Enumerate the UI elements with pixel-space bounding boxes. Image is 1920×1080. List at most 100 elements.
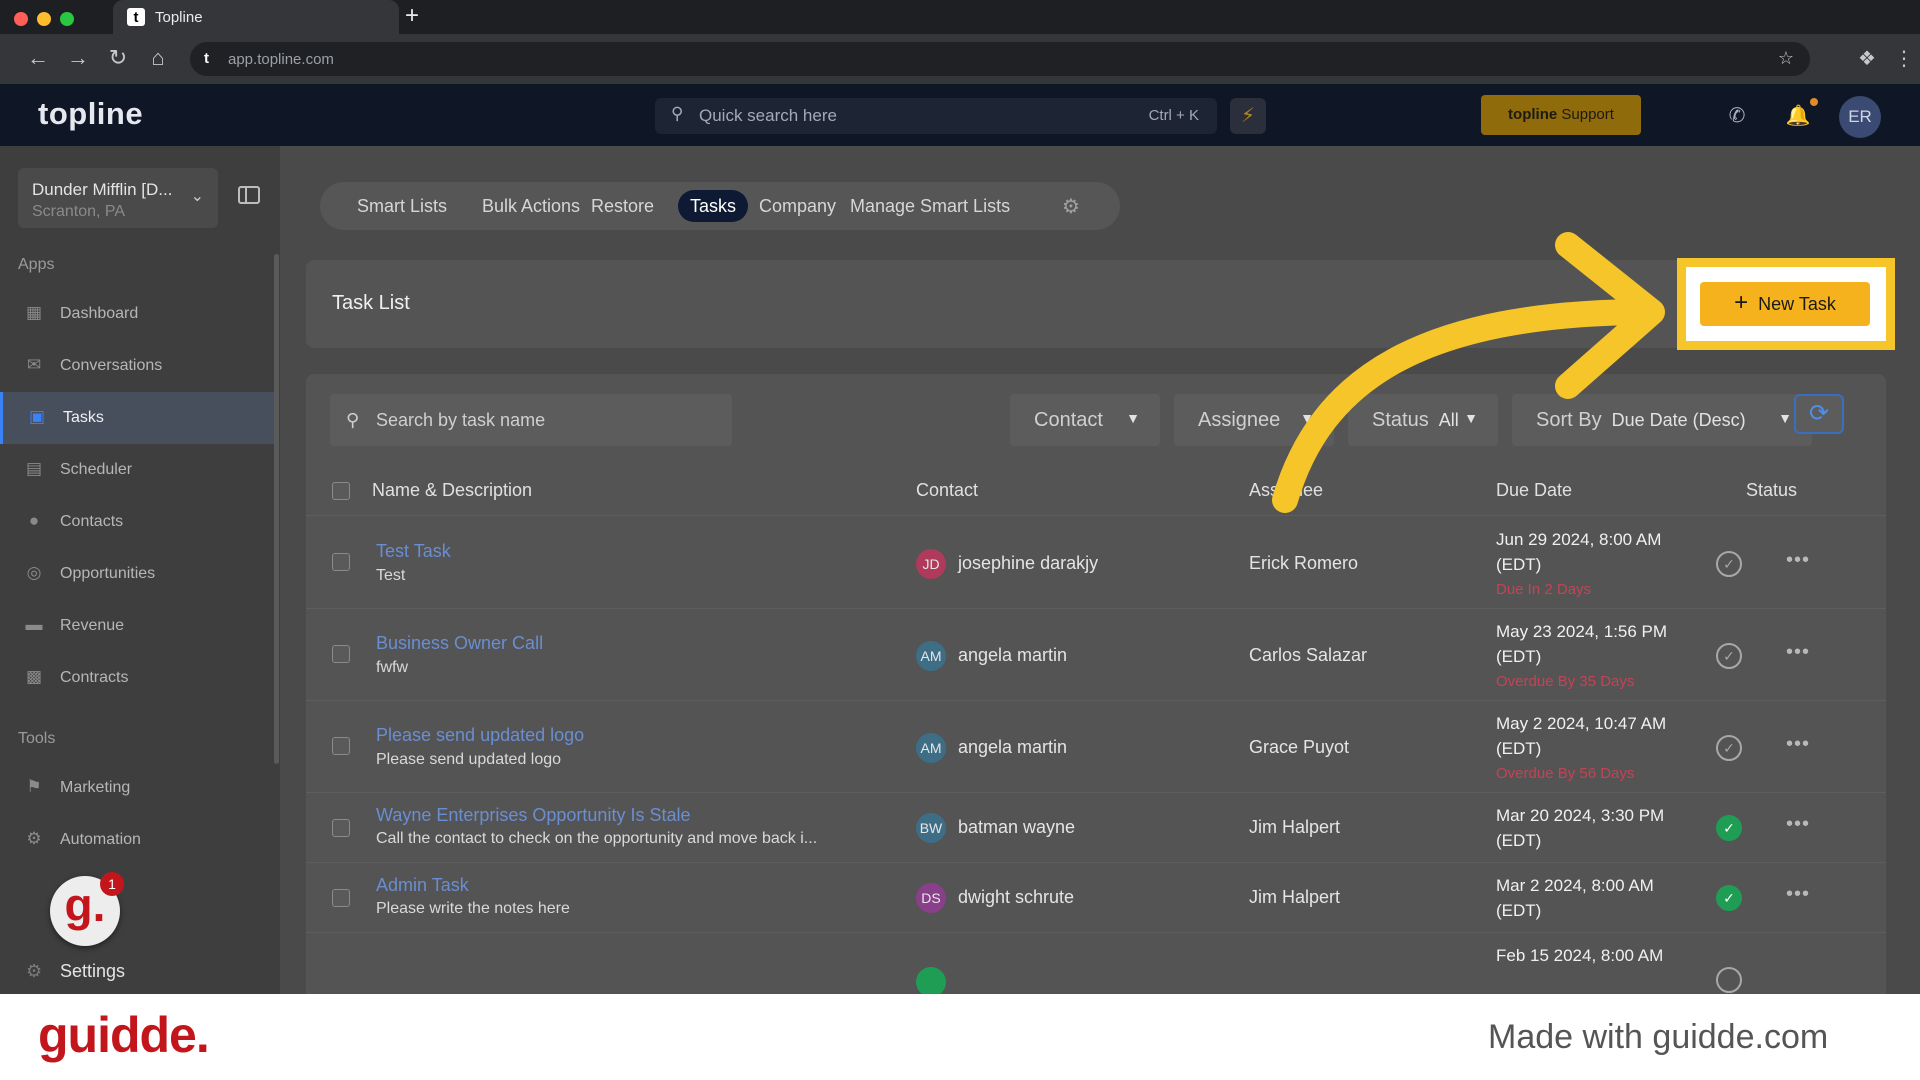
table-row[interactable]: Please send updated logo Please send upd…: [306, 701, 1886, 793]
sidebar-item-tasks[interactable]: ▣ Tasks: [0, 392, 275, 444]
sort-by-dropdown[interactable]: Sort By Due Date (Desc) ▼: [1512, 394, 1812, 446]
chat-icon: ✉: [26, 355, 42, 374]
tab-tasks[interactable]: Tasks: [678, 190, 749, 222]
task-name-link[interactable]: Test Task: [376, 541, 451, 562]
maximize-window-button[interactable]: [60, 12, 74, 26]
row-checkbox[interactable]: [332, 645, 350, 663]
contact-filter-label: Contact: [1034, 408, 1103, 431]
collapse-sidebar-icon[interactable]: [238, 186, 260, 204]
support-button[interactable]: topline Support: [1481, 95, 1641, 135]
assignee-name: Erick Romero: [1249, 553, 1359, 573]
new-tab-button[interactable]: +: [405, 2, 419, 30]
refresh-icon[interactable]: ⟳: [1794, 394, 1844, 434]
assignee-filter-label: Assignee: [1198, 408, 1281, 431]
app-header: topline ⚲ Quick search here Ctrl + K ⚡ t…: [0, 84, 1920, 146]
row-checkbox[interactable]: [332, 553, 350, 571]
due-note: Overdue By 56 Days: [1496, 765, 1635, 782]
check-circle-icon[interactable]: ✓: [1716, 643, 1742, 669]
sidebar-item-dashboard[interactable]: ▦ Dashboard: [0, 288, 275, 340]
back-arrow-icon[interactable]: ←: [24, 45, 52, 71]
extensions-icon[interactable]: ❖: [1858, 46, 1876, 71]
assignee-filter-dropdown[interactable]: Assignee ▼: [1174, 394, 1334, 446]
tab-manage-smart-lists[interactable]: Manage Smart Lists: [838, 190, 1022, 222]
contact-filter-dropdown[interactable]: Contact ▼: [1010, 394, 1160, 446]
check-circle-icon[interactable]: ✓: [1716, 735, 1742, 761]
check-circle-icon[interactable]: ✓: [1716, 551, 1742, 577]
due-note: Overdue By 35 Days: [1496, 673, 1635, 690]
contact-name[interactable]: josephine darakjy: [958, 553, 1098, 574]
sidebar-item-revenue[interactable]: ▬ Revenue: [0, 600, 275, 652]
task-name-link[interactable]: Business Owner Call: [376, 633, 543, 654]
due-timezone: (EDT): [1496, 739, 1542, 758]
topline-logo[interactable]: topline: [38, 96, 143, 132]
sidebar-item-label: Marketing: [60, 779, 131, 796]
quick-search-input[interactable]: ⚲ Quick search here Ctrl + K: [655, 98, 1217, 134]
table-row[interactable]: Feb 15 2024, 8:00 AM: [306, 933, 1886, 994]
sidebar-item-contacts[interactable]: ● Contacts: [0, 496, 275, 548]
check-circle-filled-icon[interactable]: ✓: [1716, 885, 1742, 911]
task-name-link[interactable]: Please send updated logo: [376, 725, 584, 746]
sidebar-item-scheduler[interactable]: ▤ Scheduler: [0, 444, 275, 496]
more-options-icon[interactable]: •••: [1786, 641, 1810, 664]
column-header-name[interactable]: Name & Description: [372, 480, 532, 501]
sidebar-item-label: Scheduler: [60, 461, 133, 478]
location-switcher[interactable]: Dunder Mifflin [D... Scranton, PA ⌄: [18, 168, 218, 228]
forward-arrow-icon[interactable]: →: [64, 45, 92, 71]
reload-icon[interactable]: ↻: [104, 45, 132, 71]
sidebar-item-contracts[interactable]: ▩ Contracts: [0, 652, 275, 704]
sidebar-item-settings[interactable]: Settings: [60, 961, 125, 982]
minimize-window-button[interactable]: [37, 12, 51, 26]
check-circle-icon[interactable]: [1716, 967, 1742, 993]
task-description: fwfw: [376, 659, 408, 676]
task-name-link[interactable]: Wayne Enterprises Opportunity Is Stale: [376, 805, 690, 826]
browser-tab[interactable]: t Topline: [113, 0, 399, 34]
more-options-icon[interactable]: •••: [1786, 813, 1810, 836]
sidebar-item-marketing[interactable]: ⚑ Marketing: [0, 762, 275, 814]
column-header-assignee[interactable]: Assignee: [1249, 480, 1323, 501]
column-header-status[interactable]: Status: [1746, 480, 1797, 501]
tab-smart-lists[interactable]: Smart Lists: [345, 190, 459, 222]
browser-menu-icon[interactable]: ⋮: [1894, 46, 1914, 71]
topline-favicon-icon: t: [127, 8, 145, 26]
check-circle-filled-icon[interactable]: ✓: [1716, 815, 1742, 841]
row-checkbox[interactable]: [332, 889, 350, 907]
tab-restore[interactable]: Restore: [579, 190, 666, 222]
lightning-bolt-icon[interactable]: ⚡: [1230, 98, 1266, 134]
status-filter-value: All: [1438, 409, 1459, 430]
sidebar-item-automation[interactable]: ⚙ Automation: [0, 814, 275, 866]
home-icon[interactable]: ⌂: [144, 45, 172, 71]
column-header-due-date[interactable]: Due Date: [1496, 480, 1572, 501]
close-window-button[interactable]: [14, 12, 28, 26]
more-options-icon[interactable]: •••: [1786, 883, 1810, 906]
row-checkbox[interactable]: [332, 819, 350, 837]
tab-bulk-actions[interactable]: Bulk Actions: [470, 190, 592, 222]
table-row[interactable]: Business Owner Call fwfw AM angela marti…: [306, 609, 1886, 701]
status-filter-dropdown[interactable]: Status All ▼: [1348, 394, 1498, 446]
table-row[interactable]: Test Task Test JD josephine darakjy Eric…: [306, 517, 1886, 609]
phone-icon[interactable]: ✆: [1719, 98, 1755, 134]
table-row[interactable]: Wayne Enterprises Opportunity Is Stale C…: [306, 793, 1886, 863]
contact-name[interactable]: angela martin: [958, 737, 1067, 758]
tab-company[interactable]: Company: [747, 190, 848, 222]
more-options-icon[interactable]: •••: [1786, 549, 1810, 572]
contact-name[interactable]: dwight schrute: [958, 887, 1074, 908]
more-options-icon[interactable]: •••: [1786, 733, 1810, 756]
row-checkbox[interactable]: [332, 737, 350, 755]
contact-name[interactable]: angela martin: [958, 645, 1067, 666]
bookmark-star-icon[interactable]: ☆: [1778, 48, 1794, 69]
new-task-button[interactable]: + New Task: [1700, 282, 1870, 326]
task-name-link[interactable]: Admin Task: [376, 875, 469, 896]
chevron-down-icon: ▼: [1464, 410, 1478, 426]
address-bar[interactable]: t app.topline.com ☆: [190, 42, 1810, 76]
gear-icon[interactable]: ⚙: [1062, 194, 1080, 219]
select-all-checkbox[interactable]: [332, 482, 350, 500]
table-row[interactable]: Admin Task Please write the notes here D…: [306, 863, 1886, 933]
user-avatar[interactable]: ER: [1839, 96, 1881, 138]
column-header-contact[interactable]: Contact: [916, 480, 978, 501]
contact-name[interactable]: batman wayne: [958, 817, 1075, 838]
task-search-input[interactable]: ⚲ Search by task name: [330, 394, 732, 446]
sidebar-item-conversations[interactable]: ✉ Conversations: [0, 340, 275, 392]
task-description: Call the contact to check on the opportu…: [376, 830, 818, 847]
sidebar-item-opportunities[interactable]: ◎ Opportunities: [0, 548, 275, 600]
sidebar-scrollbar[interactable]: [274, 254, 279, 764]
